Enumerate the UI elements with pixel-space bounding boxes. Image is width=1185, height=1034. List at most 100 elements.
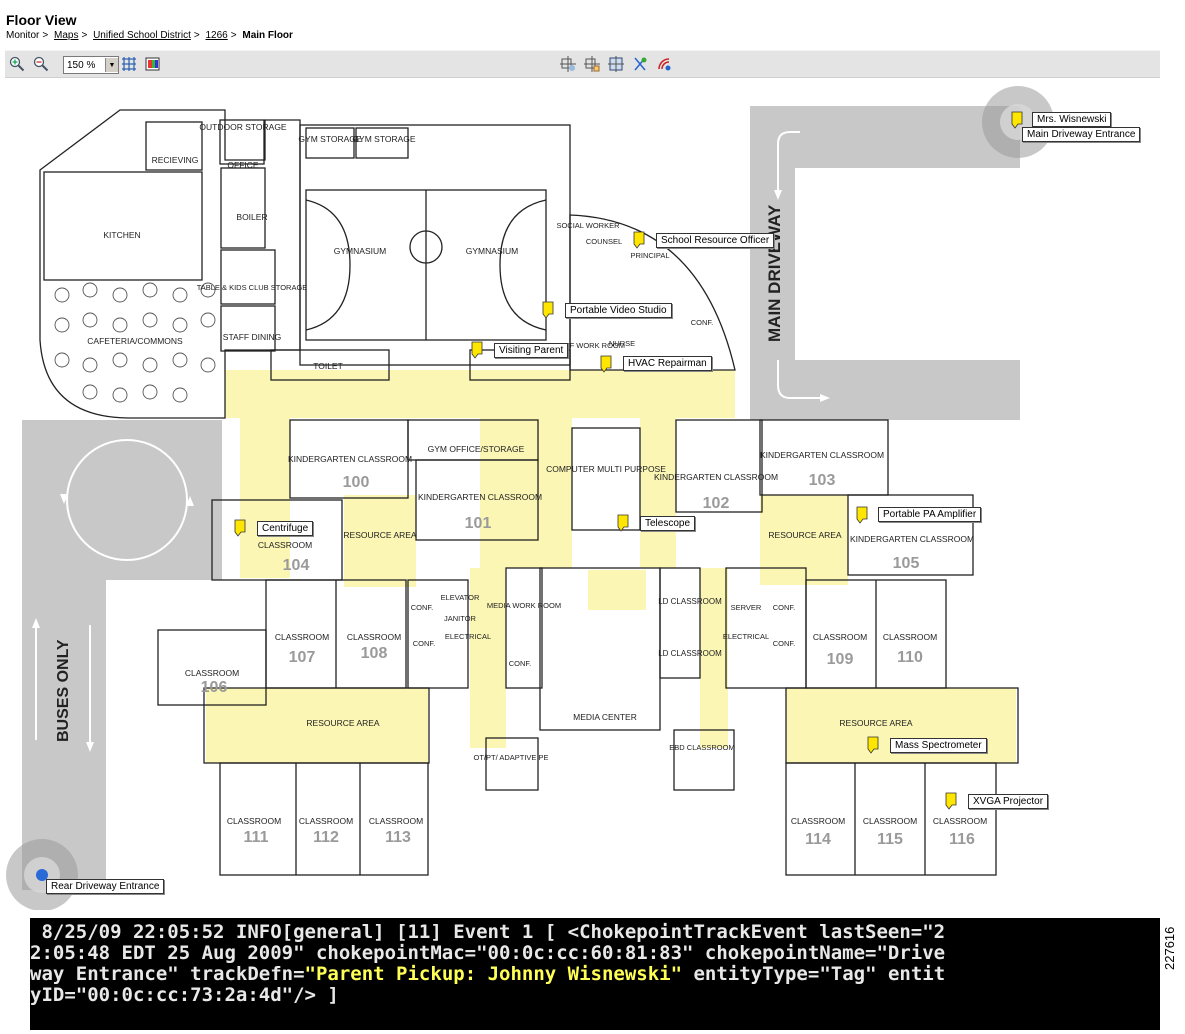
room-classroom-111: CLASSROOM — [227, 816, 281, 826]
room-number-108: 108 — [361, 645, 388, 662]
room-classroom-113: CLASSROOM — [369, 816, 423, 826]
room-classroom-110: CLASSROOM — [883, 632, 937, 642]
room-number-110: 110 — [897, 649, 923, 666]
map-toolbar: 150 % ▼ — [5, 50, 1160, 78]
floor-plan-drawing: MAIN DRIVEWAY BUSES ONLY OUTDOOR STORAGE… — [6, 86, 1054, 911]
chevron-down-icon[interactable]: ▼ — [105, 58, 118, 72]
room-janitor: JANITOR — [444, 614, 477, 623]
room-number-101: 101 — [465, 515, 492, 532]
tag-icon-school-resource-officer[interactable] — [633, 231, 645, 249]
room-conf-4: CONF. — [773, 603, 796, 612]
room-classroom-108: CLASSROOM — [347, 632, 401, 642]
callout-mrs-wisnewski[interactable]: Mrs. Wisnewski — [1032, 112, 1112, 127]
zoom-in-icon[interactable] — [8, 55, 26, 73]
room-ot-pt: OT/PT/ ADAPTIVE PE — [473, 753, 548, 762]
breadcrumb-monitor: Monitor — [6, 30, 40, 41]
room-number-103: 103 — [809, 472, 836, 489]
room-gym-storage-2: GYM STORAGE — [352, 134, 415, 144]
tag-icon-portable-video-studio[interactable] — [542, 301, 554, 319]
room-classroom-109: CLASSROOM — [813, 632, 867, 642]
room-table-storage: TABLE & KIDS CLUB STORAGE — [197, 283, 308, 292]
callout-main-driveway-entrance[interactable]: Main Driveway Entrance — [1022, 127, 1141, 142]
room-number-104: 104 — [283, 557, 310, 574]
room-counsel: COUNSEL — [586, 237, 622, 246]
room-resource-area-4: RESOURCE AREA — [839, 718, 913, 728]
room-number-109: 109 — [827, 651, 854, 668]
callout-rear-driveway-entrance[interactable]: Rear Driveway Entrance — [46, 879, 165, 894]
room-classroom-112: CLASSROOM — [299, 816, 353, 826]
room-boiler: BOILER — [236, 212, 267, 222]
room-conf-admin: CONF. — [691, 318, 714, 327]
room-number-114: 114 — [805, 831, 831, 848]
room-media-center: MEDIA CENTER — [573, 712, 637, 722]
room-toilet: TOILET — [313, 361, 343, 371]
room-kindergarten-101: KINDERGARTEN CLASSROOM — [418, 492, 542, 502]
room-social-worker: SOCIAL WORKER — [556, 221, 620, 230]
page-title: Floor View — [6, 12, 77, 28]
callout-visiting-parent[interactable]: Visiting Parent — [494, 343, 569, 358]
room-resource-area-1: RESOURCE AREA — [343, 530, 417, 540]
room-cafeteria: CAFETERIA/COMMONS — [87, 336, 183, 346]
room-kitchen: KITCHEN — [103, 230, 140, 240]
event-log-console: 8/25/09 22:05:52 INFO[general] [11] Even… — [30, 918, 1160, 1030]
room-electrical-1: ELECTRICAL — [445, 632, 491, 641]
room-number-113: 113 — [385, 829, 411, 846]
room-conf-2: CONF. — [413, 639, 436, 648]
layers-icon[interactable] — [144, 55, 162, 73]
zoom-value: 150 % — [67, 59, 96, 71]
room-ld-classroom-1: LD CLASSROOM — [658, 597, 722, 606]
room-number-106: 106 — [201, 679, 228, 696]
room-conf-3: CONF. — [509, 659, 532, 668]
breadcrumb-current: Main Floor — [242, 30, 293, 41]
callout-mass-spectrometer[interactable]: Mass Spectrometer — [890, 738, 987, 753]
callout-xvga-projector[interactable]: XVGA Projector — [968, 794, 1049, 809]
room-number-115: 115 — [877, 831, 903, 848]
console-line-4: yID="00:0c:cc:73:2a:4d"/> ] — [30, 984, 339, 1006]
tag-icon-telescope[interactable] — [617, 514, 629, 532]
room-electrical-2: ELECTRICAL — [723, 632, 769, 641]
rf-icon[interactable] — [655, 55, 673, 73]
room-kindergarten-103: KINDERGARTEN CLASSROOM — [760, 450, 884, 460]
callout-school-resource-officer[interactable]: School Resource Officer — [656, 233, 775, 248]
room-kindergarten-102: KINDERGARTEN CLASSROOM — [654, 472, 778, 482]
room-elevator: ELEVATOR — [441, 593, 480, 602]
room-classroom-114: CLASSROOM — [791, 816, 845, 826]
room-kindergarten-100: KINDERGARTEN CLASSROOM — [288, 454, 412, 464]
room-staff-dining: STAFF DINING — [223, 332, 281, 342]
console-text: 8/25/09 22:05:52 INFO[general] [11] Even… — [30, 918, 1160, 1006]
room-classroom-104: CLASSROOM — [258, 540, 312, 550]
figure-number: 227616 — [1162, 926, 1177, 970]
callout-centrifuge[interactable]: Centrifuge — [257, 521, 314, 536]
breadcrumb-district[interactable]: Unified School District — [93, 30, 191, 41]
breadcrumb-maps[interactable]: Maps — [54, 30, 78, 41]
room-media-work: MEDIA WORK ROOM — [487, 601, 561, 610]
console-line-3-pre: way Entrance" trackDefn= — [30, 963, 305, 985]
room-gymnasium-2: GYMNASIUM — [466, 246, 518, 256]
buses-only-label: BUSES ONLY — [55, 639, 72, 742]
callout-hvac-repairman[interactable]: HVAC Repairman — [623, 356, 712, 371]
console-line-2: 2:05:48 EDT 25 Aug 2009" chokepointMac="… — [30, 942, 946, 964]
tag-icon-visiting-parent[interactable] — [471, 341, 483, 359]
room-number-111: 111 — [244, 829, 269, 846]
tag-icon-xvga-projector[interactable] — [945, 792, 957, 810]
breadcrumb-building[interactable]: 1266 — [206, 30, 228, 41]
grid-icon[interactable] — [120, 55, 138, 73]
zoom-select[interactable]: 150 % ▼ — [63, 56, 119, 74]
room-recieving: RECIEVING — [152, 155, 199, 165]
main-driveway-label: MAIN DRIVEWAY — [765, 204, 784, 342]
room-number-100: 100 — [343, 474, 370, 491]
sync-icon[interactable] — [559, 55, 577, 73]
zoom-out-icon[interactable] — [32, 55, 50, 73]
room-office: OFFICE — [227, 160, 258, 170]
room-principal: PRINCIPAL — [630, 251, 669, 260]
room-resource-area-3: RESOURCE AREA — [306, 718, 380, 728]
tag-icon-portable-pa-amplifier[interactable] — [856, 506, 868, 524]
edit-icon[interactable] — [583, 55, 601, 73]
callout-telescope[interactable]: Telescope — [640, 516, 696, 531]
map-properties-icon[interactable] — [607, 55, 625, 73]
tag-icon[interactable] — [631, 55, 649, 73]
floor-map[interactable]: MAIN DRIVEWAY BUSES ONLY OUTDOOR STORAGE… — [0, 80, 1185, 911]
room-computer-multi: COMPUTER MULTI PURPOSE — [546, 464, 666, 474]
callout-portable-video-studio[interactable]: Portable Video Studio — [565, 303, 672, 318]
callout-portable-pa-amplifier[interactable]: Portable PA Amplifier — [878, 507, 982, 522]
